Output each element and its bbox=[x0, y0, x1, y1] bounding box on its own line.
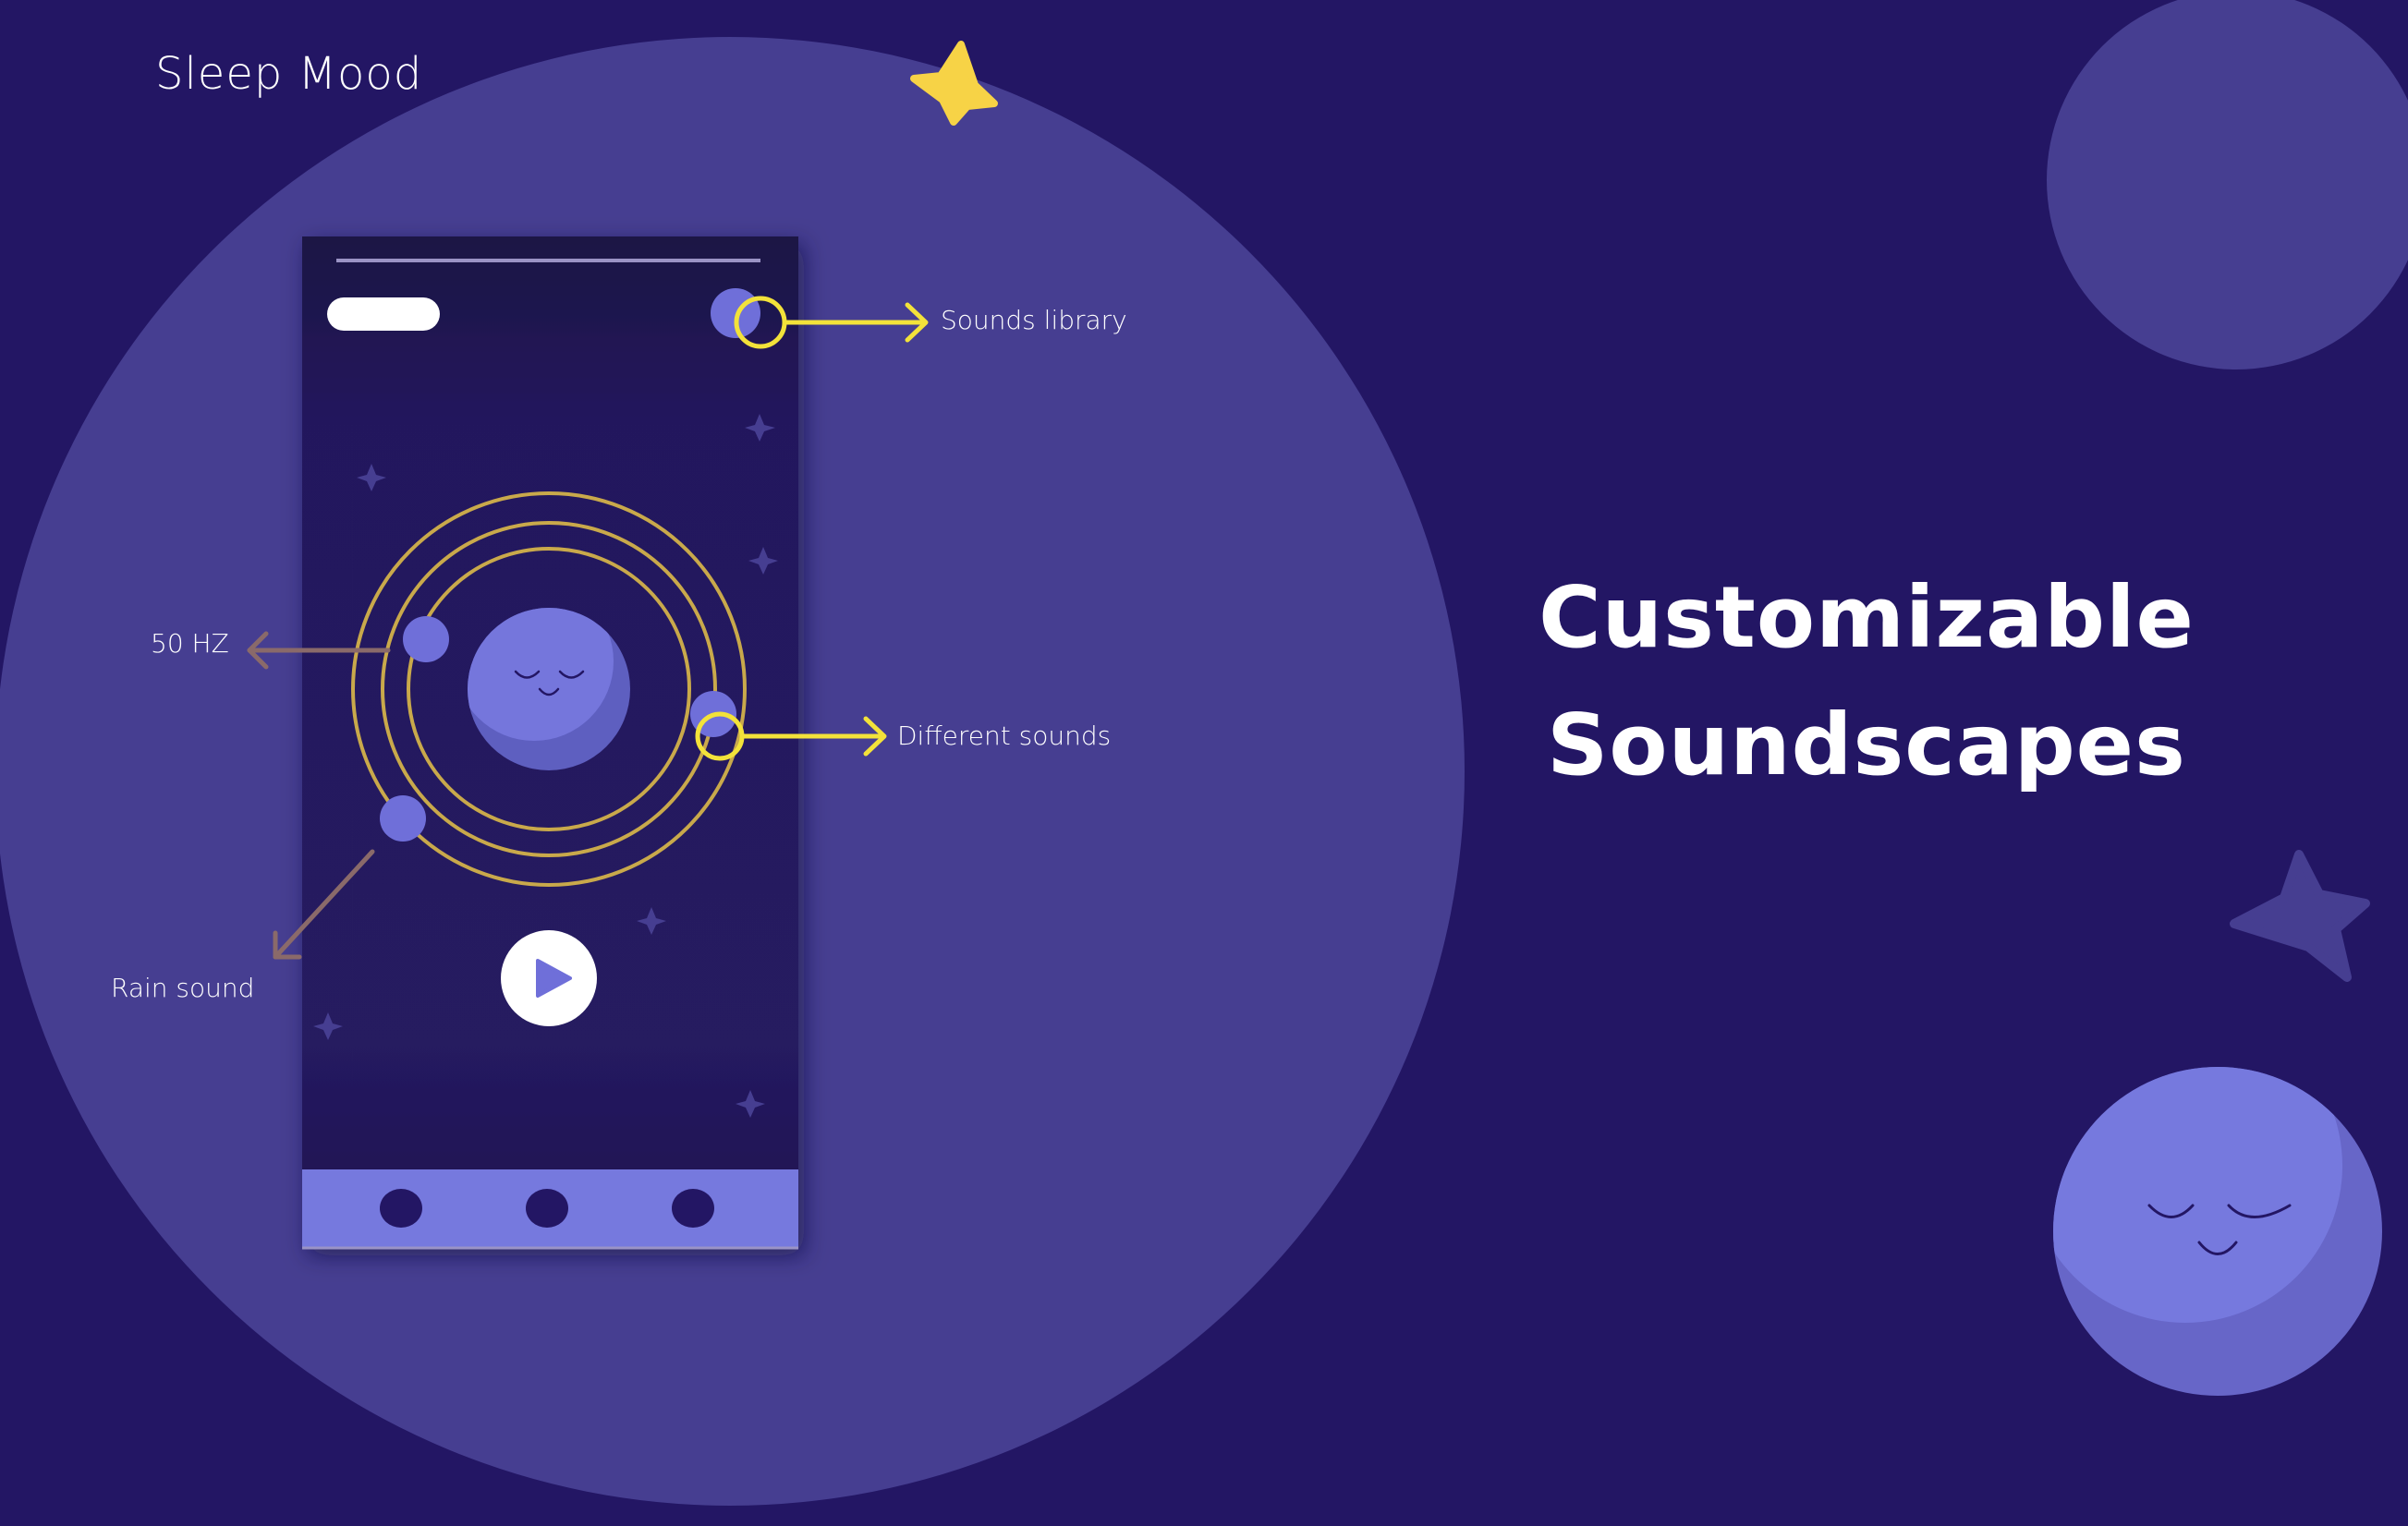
frequency-sound-planet[interactable] bbox=[403, 616, 449, 662]
brand-name: Sleep Mood bbox=[155, 48, 423, 100]
sounds-library-label: Sounds library bbox=[941, 305, 1127, 335]
rain-sound-planet[interactable] bbox=[380, 795, 426, 842]
play-button[interactable] bbox=[501, 930, 597, 1026]
purple-star-icon bbox=[2230, 850, 2370, 982]
top-right-circle bbox=[2047, 0, 2408, 369]
moon-character bbox=[2053, 1067, 2382, 1396]
nav-item-3[interactable] bbox=[672, 1189, 714, 1228]
nav-item-2[interactable] bbox=[526, 1189, 568, 1228]
headline: Customizable Soundscapes bbox=[1441, 554, 2292, 809]
rain-sound-label: Rain sound bbox=[111, 973, 255, 1003]
frequency-label: 50 HZ bbox=[151, 628, 229, 659]
headline-line-1: Customizable bbox=[1538, 568, 2195, 667]
nav-item-1[interactable] bbox=[380, 1189, 422, 1228]
headline-line-2: Soundscapes bbox=[1547, 696, 2186, 794]
different-sounds-label: Different sounds bbox=[897, 721, 1112, 751]
menu-pill-button[interactable] bbox=[327, 297, 440, 331]
